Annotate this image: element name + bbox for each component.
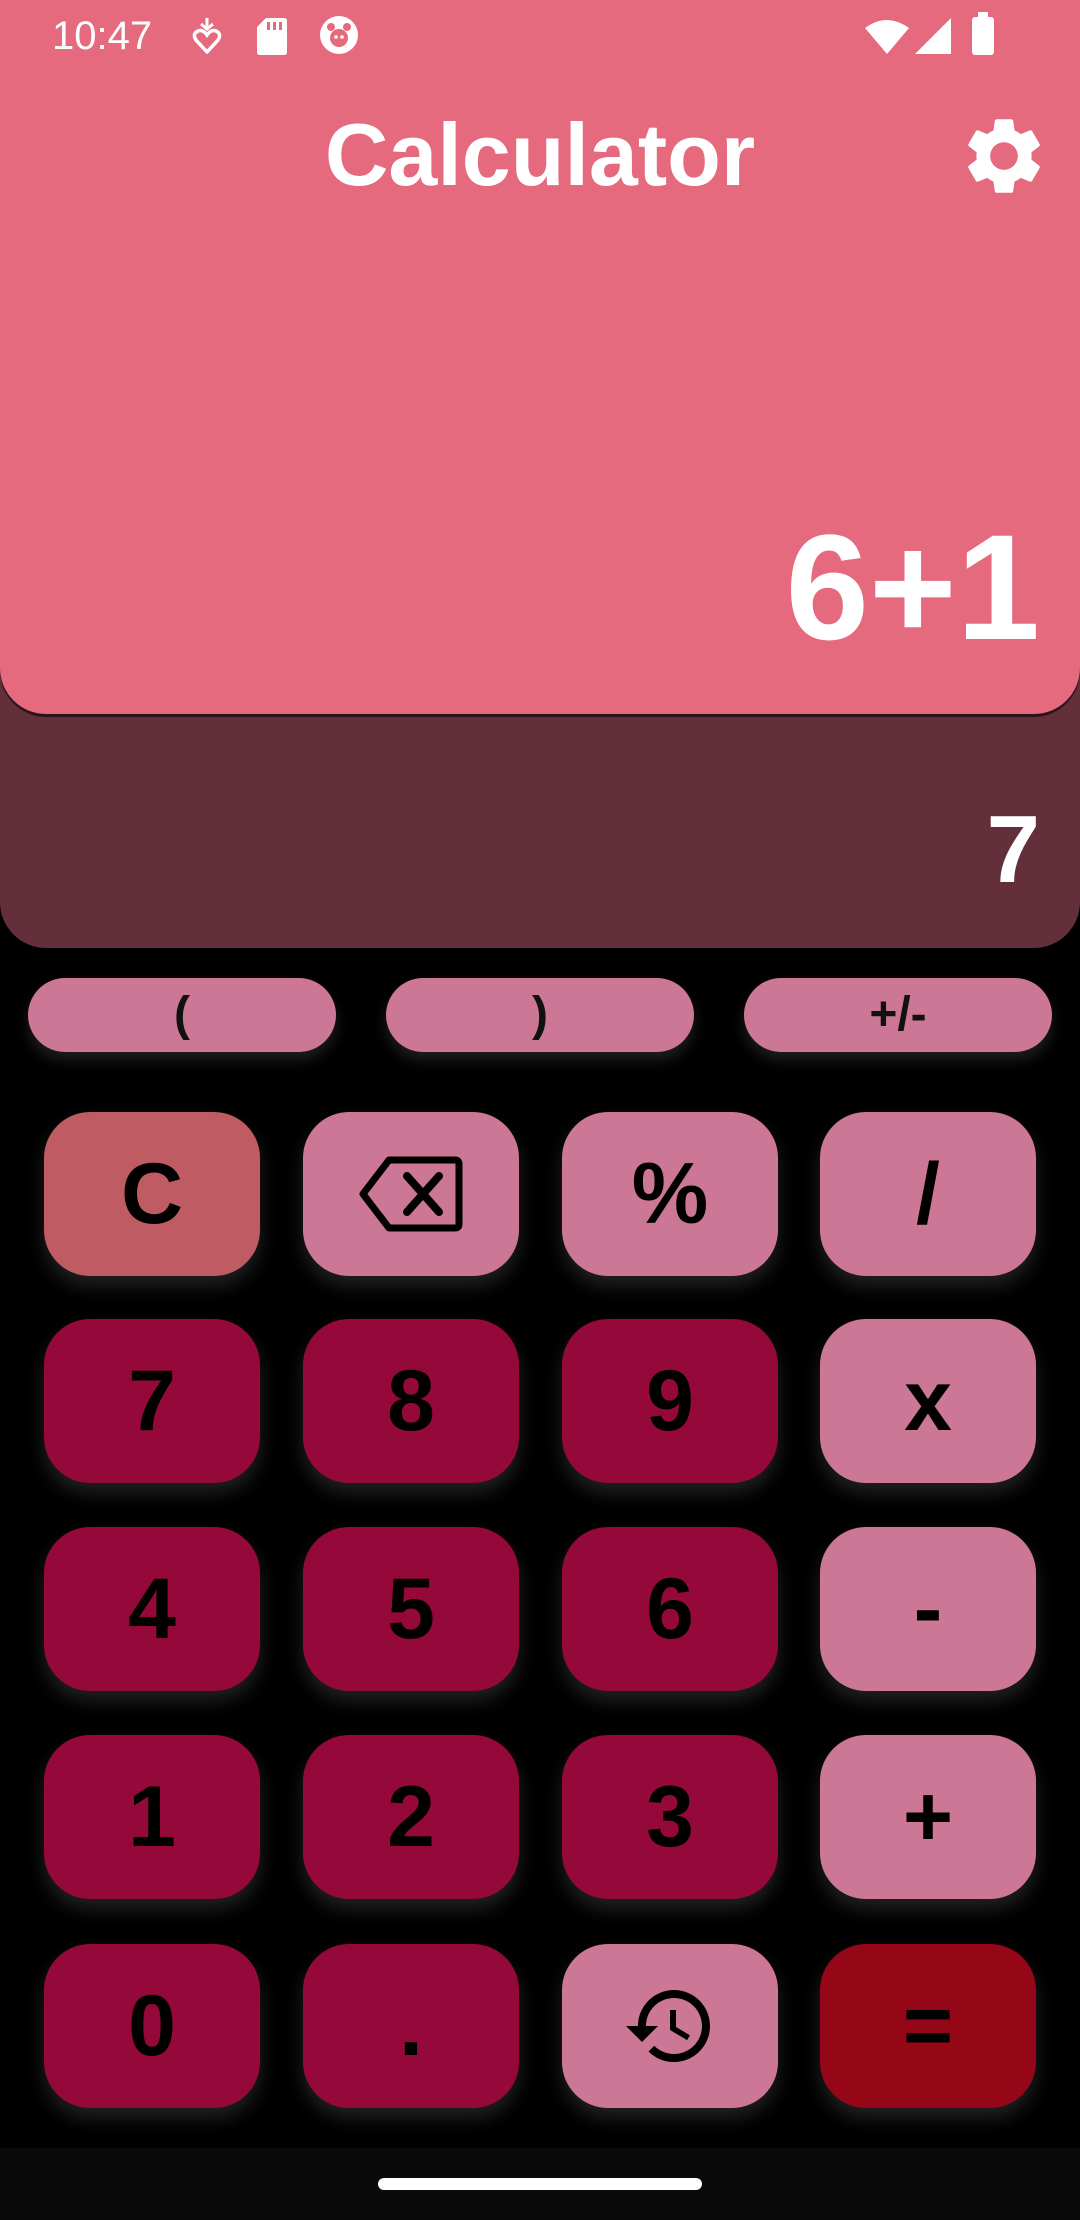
home-gesture-handle[interactable] <box>378 2178 702 2190</box>
gear-icon <box>968 119 1040 193</box>
clear-button[interactable]: C <box>44 1112 260 1276</box>
decimal-point-button[interactable]: . <box>303 1944 519 2108</box>
multiply-button[interactable]: x <box>820 1319 1036 1483</box>
digit-1-button[interactable]: 1 <box>44 1735 260 1899</box>
minus-button[interactable]: - <box>820 1527 1036 1691</box>
digit-8-button[interactable]: 8 <box>303 1319 519 1483</box>
backspace-icon <box>359 1156 463 1232</box>
app-title: Calculator <box>324 105 756 204</box>
result-value: 7 <box>986 796 1040 903</box>
wifi-icon <box>865 20 909 54</box>
close-parenthesis-button[interactable]: ) <box>386 978 694 1052</box>
settings-button[interactable] <box>958 110 1050 202</box>
expression-display[interactable]: 6+1 <box>786 512 1040 662</box>
digit-3-button[interactable]: 3 <box>562 1735 778 1899</box>
signal-icon <box>915 18 951 54</box>
status-time: 10:47 <box>52 14 153 58</box>
digit-0-button[interactable]: 0 <box>44 1944 260 2108</box>
notification-icon <box>192 18 222 54</box>
calculator-screen: 7 10:47 Calculator 6+1 () +/- C % / 7 8… <box>0 0 1080 2220</box>
header-panel: 10:47 Calculator 6+1 <box>0 0 1080 714</box>
digit-9-button[interactable]: 9 <box>562 1319 778 1483</box>
backspace-button[interactable] <box>303 1112 519 1276</box>
divide-button[interactable]: / <box>820 1112 1036 1276</box>
history-button[interactable] <box>562 1944 778 2108</box>
digit-7-button[interactable]: 7 <box>44 1319 260 1483</box>
open-parenthesis-button[interactable]: ( <box>28 978 336 1052</box>
plus-minus-button[interactable]: +/- <box>744 978 1052 1052</box>
history-icon <box>626 1990 710 2062</box>
equals-button[interactable]: = <box>820 1944 1036 2108</box>
status-bar: 10:47 <box>0 0 1080 72</box>
digit-2-button[interactable]: 2 <box>303 1735 519 1899</box>
battery-icon <box>972 12 994 55</box>
app-notification-icon <box>320 16 358 54</box>
sd-card-icon <box>257 18 287 55</box>
digit-6-button[interactable]: 6 <box>562 1527 778 1691</box>
digit-4-button[interactable]: 4 <box>44 1527 260 1691</box>
plus-button[interactable]: + <box>820 1735 1036 1899</box>
percent-button[interactable]: % <box>562 1112 778 1276</box>
digit-5-button[interactable]: 5 <box>303 1527 519 1691</box>
